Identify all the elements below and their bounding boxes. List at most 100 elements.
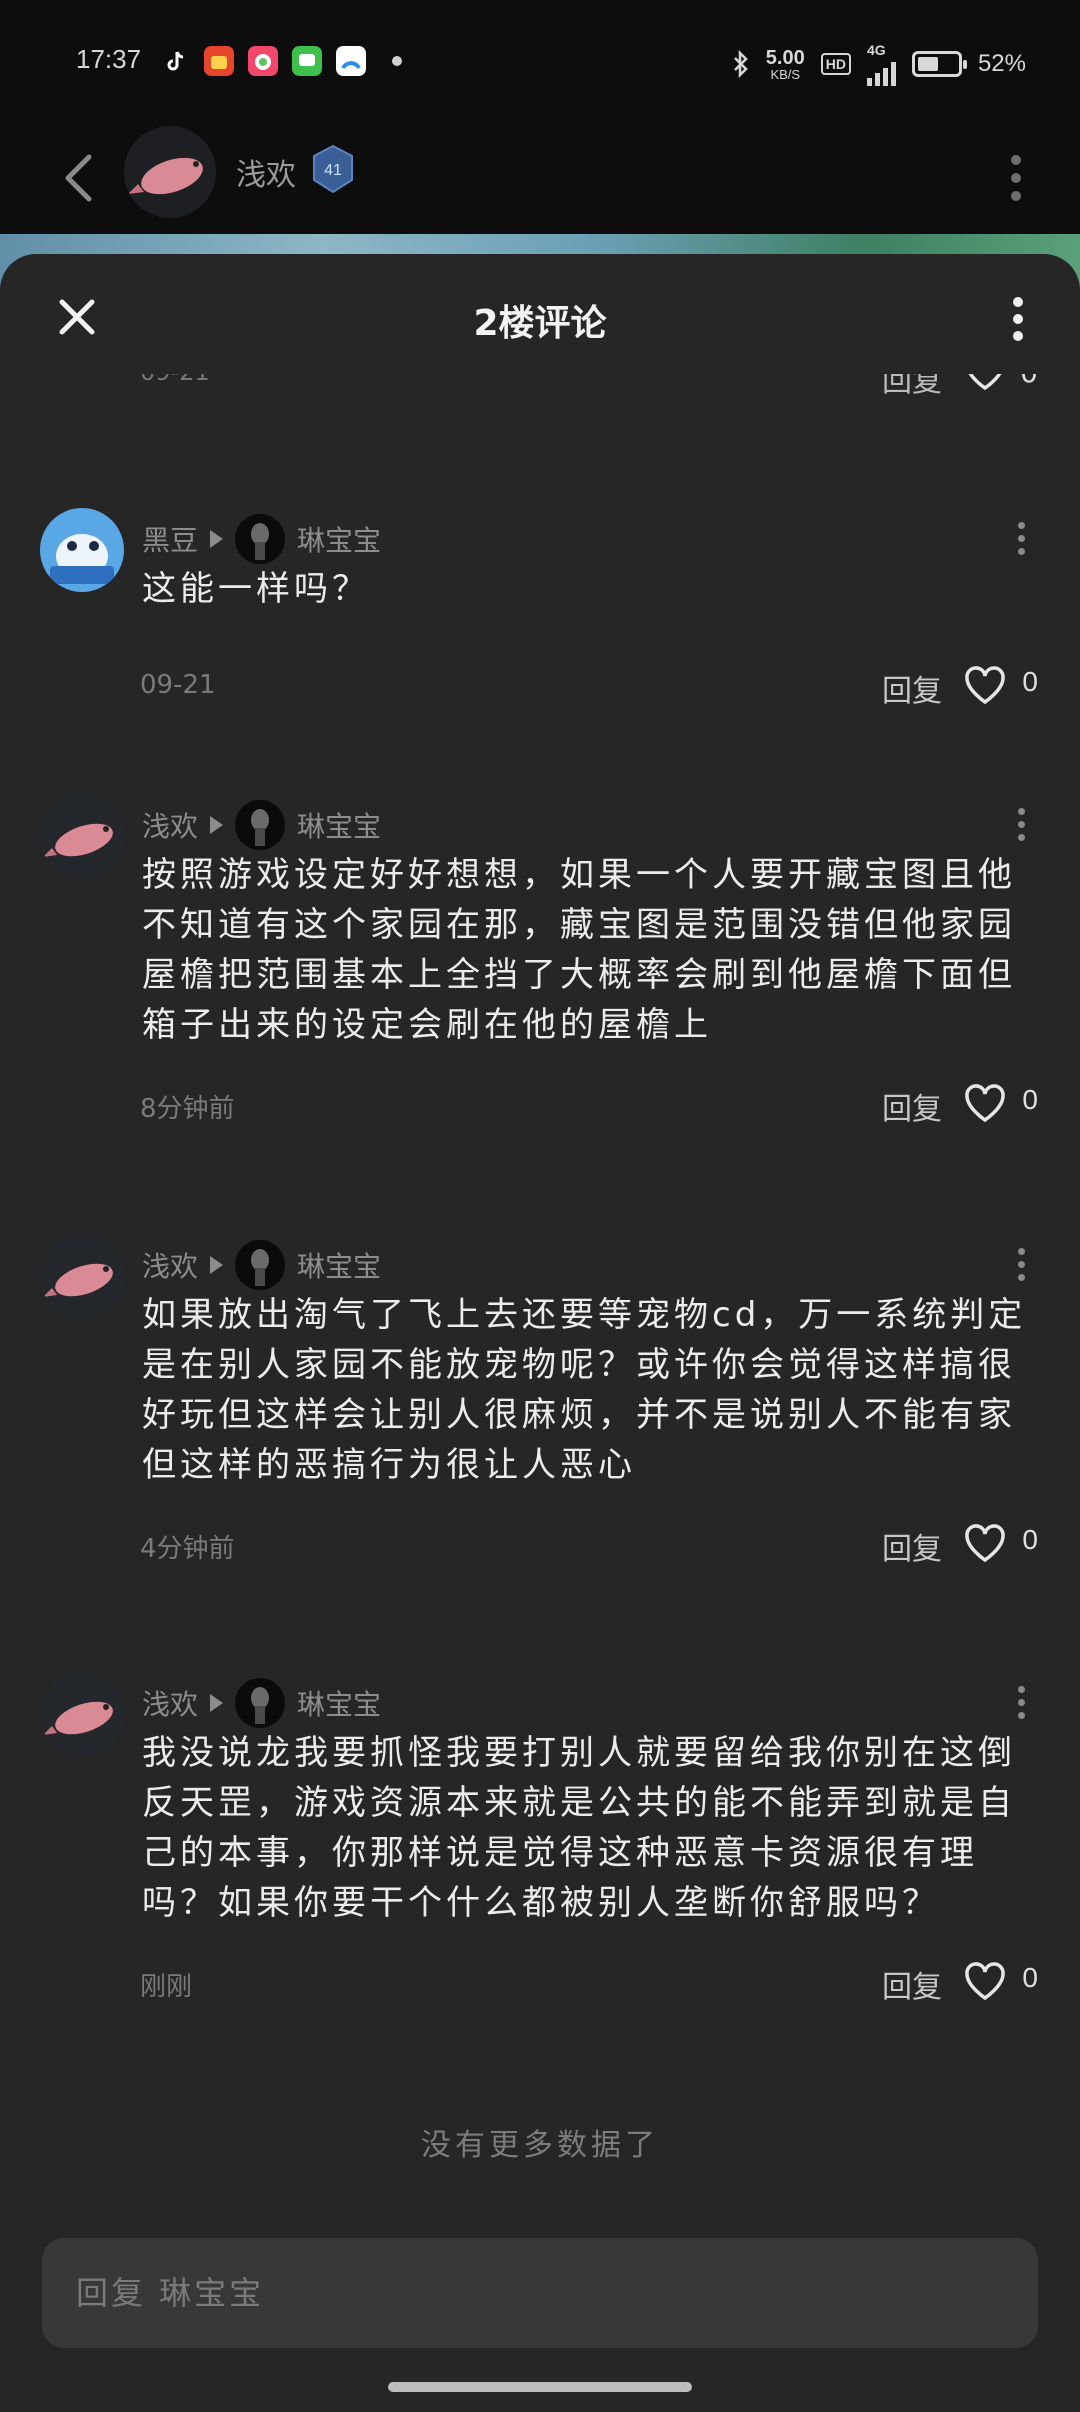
- comment-more-button[interactable]: [1006, 802, 1036, 846]
- heart-icon[interactable]: [962, 1080, 1008, 1126]
- comment-more-button[interactable]: [1006, 516, 1036, 560]
- dark-figure-avatar-icon: [235, 1678, 286, 1728]
- chat-app-icon: [292, 46, 322, 76]
- battery-icon: [911, 51, 967, 77]
- reply-input[interactable]: [42, 2238, 1038, 2348]
- reply-arrow-icon: [210, 816, 224, 834]
- fish-avatar-icon: [40, 1234, 124, 1318]
- header-avatar[interactable]: [124, 126, 216, 218]
- comment-header: 浅欢 琳宝宝: [142, 800, 381, 850]
- network-speed-unit: KB/S: [770, 66, 801, 82]
- commenter-avatar[interactable]: [40, 508, 124, 592]
- comment-footer: 4分钟前 回复 0: [0, 1520, 1080, 1570]
- more-notifications-dot: [392, 56, 402, 66]
- status-bar: 17:37 5.00 KB/S HD 4G 52%: [0, 0, 1080, 120]
- header-user-name[interactable]: 浅欢: [236, 150, 296, 194]
- level-badge: 41: [313, 144, 353, 194]
- cellular-signal: 4G: [866, 42, 896, 86]
- comment-author[interactable]: 浅欢: [142, 805, 198, 845]
- reply-target-name[interactable]: 琳宝宝: [297, 1245, 381, 1285]
- comment-time: 4分钟前: [140, 1534, 235, 1564]
- like-count: 0: [1022, 1962, 1038, 1993]
- comment-header: 浅欢 琳宝宝: [142, 1678, 381, 1728]
- status-indicators: 5.00 KB/S HD 4G 52%: [732, 42, 1026, 86]
- game-app-icon: [248, 46, 278, 76]
- comment-text: 按照游戏设定好好想想，如果一个人要开藏宝图且他不知道有这个家园在那，藏宝图是范围…: [142, 855, 1016, 1045]
- comment-time: 09-21: [140, 670, 216, 700]
- reply-arrow-icon: [210, 530, 224, 548]
- dark-figure-avatar-icon: [235, 800, 286, 850]
- reply-target-name[interactable]: 琳宝宝: [297, 519, 381, 559]
- heart-icon[interactable]: [962, 662, 1008, 708]
- comment-time: 刚刚: [140, 1972, 193, 2002]
- comment-more-button[interactable]: [1006, 1680, 1036, 1724]
- dark-figure-avatar-icon: [235, 514, 286, 564]
- reply-arrow-icon: [210, 1694, 224, 1712]
- network-speed-value: 5.00: [765, 46, 805, 69]
- reply-button[interactable]: 回复: [882, 666, 942, 710]
- fish-avatar-icon: [124, 126, 216, 218]
- comments-sheet: 2楼评论 09-21 回复 0 黑豆 琳宝宝 这能: [0, 254, 1080, 2412]
- header-more-button[interactable]: [996, 148, 1036, 208]
- sheet-more-button[interactable]: [998, 294, 1038, 344]
- comment-text: 我没说龙我要抓怪我要打别人就要留给我你别在这倒反天罡，游戏资源本来就是公共的能不…: [142, 1733, 1016, 1923]
- reply-target-avatar[interactable]: [235, 1678, 286, 1728]
- like-count: 0: [1022, 1524, 1038, 1555]
- tiktok-app-icon: [160, 46, 190, 76]
- comment-header: 浅欢 琳宝宝: [142, 1240, 381, 1290]
- comment-more-button[interactable]: [1006, 1242, 1036, 1286]
- level-number: 41: [324, 162, 342, 179]
- notification-app-icons: [160, 46, 402, 76]
- comment-header: 黑豆 琳宝宝: [142, 514, 381, 564]
- bluetooth-icon: [733, 50, 748, 78]
- sheet-title: 2楼评论: [473, 303, 607, 344]
- commenter-avatar[interactable]: [40, 1234, 124, 1318]
- fish-avatar-icon: [40, 794, 124, 878]
- comment-author[interactable]: 黑豆: [142, 519, 198, 559]
- reply-target-avatar[interactable]: [235, 514, 286, 564]
- hd-badge: HD: [820, 53, 851, 75]
- heart-icon[interactable]: [962, 1958, 1008, 2004]
- comment-author[interactable]: 浅欢: [142, 1245, 198, 1285]
- comment-text: 这能一样吗？: [142, 569, 370, 609]
- dark-figure-avatar-icon: [235, 1240, 286, 1290]
- battery-percent: 52%: [977, 50, 1026, 77]
- like-count: 0: [1022, 1084, 1038, 1115]
- battery-fill: [917, 57, 938, 71]
- reply-target-name[interactable]: 琳宝宝: [297, 1683, 381, 1723]
- partial-like-count: 0: [1020, 374, 1038, 389]
- end-of-list-text: 没有更多数据了: [421, 2128, 659, 2163]
- comment-author[interactable]: 浅欢: [142, 1683, 198, 1723]
- reply-arrow-icon: [210, 1256, 224, 1274]
- back-button[interactable]: [56, 148, 100, 208]
- commenter-avatar[interactable]: [40, 794, 124, 878]
- status-time: 17:37: [76, 44, 142, 74]
- network-type: 4G: [866, 42, 886, 58]
- fish-avatar-icon: [40, 1672, 124, 1756]
- reply-target-avatar[interactable]: [235, 800, 286, 850]
- signal-bars-icon: [866, 58, 896, 86]
- heart-icon[interactable]: [962, 1520, 1008, 1566]
- comment-footer: 8分钟前 回复 0: [0, 1080, 1080, 1130]
- comment-footer: 09-21 回复 0: [0, 662, 1080, 712]
- comment-time: 8分钟前: [140, 1094, 235, 1124]
- like-count: 0: [1022, 666, 1038, 697]
- commenter-avatar[interactable]: [40, 1672, 124, 1756]
- network-speed: 5.00 KB/S: [766, 48, 805, 81]
- penguin-avatar-icon: [40, 508, 124, 592]
- partial-comment-time: 09-21: [140, 374, 210, 386]
- heart-icon[interactable]: [962, 374, 1008, 394]
- comment-text: 如果放出淘气了飞上去还要等宠物cd，万一系统判定是在别人家园不能放宠物呢？或许你…: [142, 1295, 1027, 1485]
- reply-target-avatar[interactable]: [235, 1240, 286, 1290]
- reply-button[interactable]: 回复: [882, 1524, 942, 1568]
- reply-button[interactable]: 回复: [882, 1084, 942, 1128]
- post-header: 浅欢 41: [0, 120, 1080, 234]
- back-arrow-icon: [65, 154, 92, 202]
- reply-target-name[interactable]: 琳宝宝: [297, 805, 381, 845]
- comment-footer: 刚刚 回复 0: [0, 1958, 1080, 2008]
- reply-input-container: [42, 2238, 1038, 2348]
- home-indicator[interactable]: [388, 2382, 692, 2392]
- partial-reply-button[interactable]: 回复: [882, 374, 942, 400]
- browser-app-icon: [336, 46, 366, 76]
- reply-button[interactable]: 回复: [882, 1962, 942, 2006]
